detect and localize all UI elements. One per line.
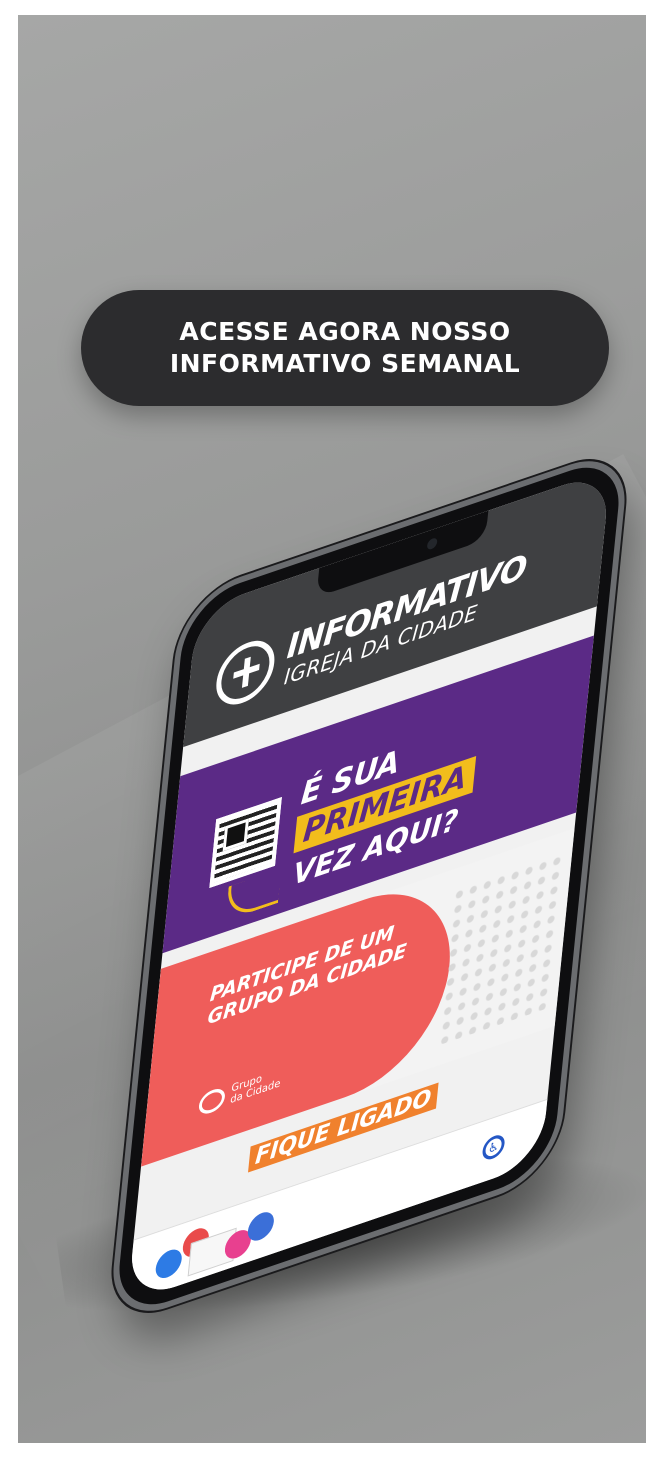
share-icon xyxy=(246,1208,276,1245)
accessibility-icon[interactable]: ♿ xyxy=(481,1132,506,1163)
poster-background: ACESSE AGORA NOSSO INFORMATIVO SEMANAL I… xyxy=(18,15,646,1443)
phone-screen[interactable]: INFORMATIVO IGREJA DA CIDADE É SUA PRIME… xyxy=(127,468,611,1304)
social-media-icons[interactable] xyxy=(154,1202,278,1290)
church-cross-logo-icon xyxy=(213,632,278,713)
phone-mockup-wrap: INFORMATIVO IGREJA DA CIDADE É SUA PRIME… xyxy=(18,15,646,1443)
phone-mockup: INFORMATIVO IGREJA DA CIDADE É SUA PRIME… xyxy=(107,444,631,1328)
dot-pattern xyxy=(437,852,563,1046)
facebook-like-icon xyxy=(154,1245,184,1282)
camera-icon xyxy=(426,536,438,551)
phone-side-button xyxy=(600,626,616,727)
